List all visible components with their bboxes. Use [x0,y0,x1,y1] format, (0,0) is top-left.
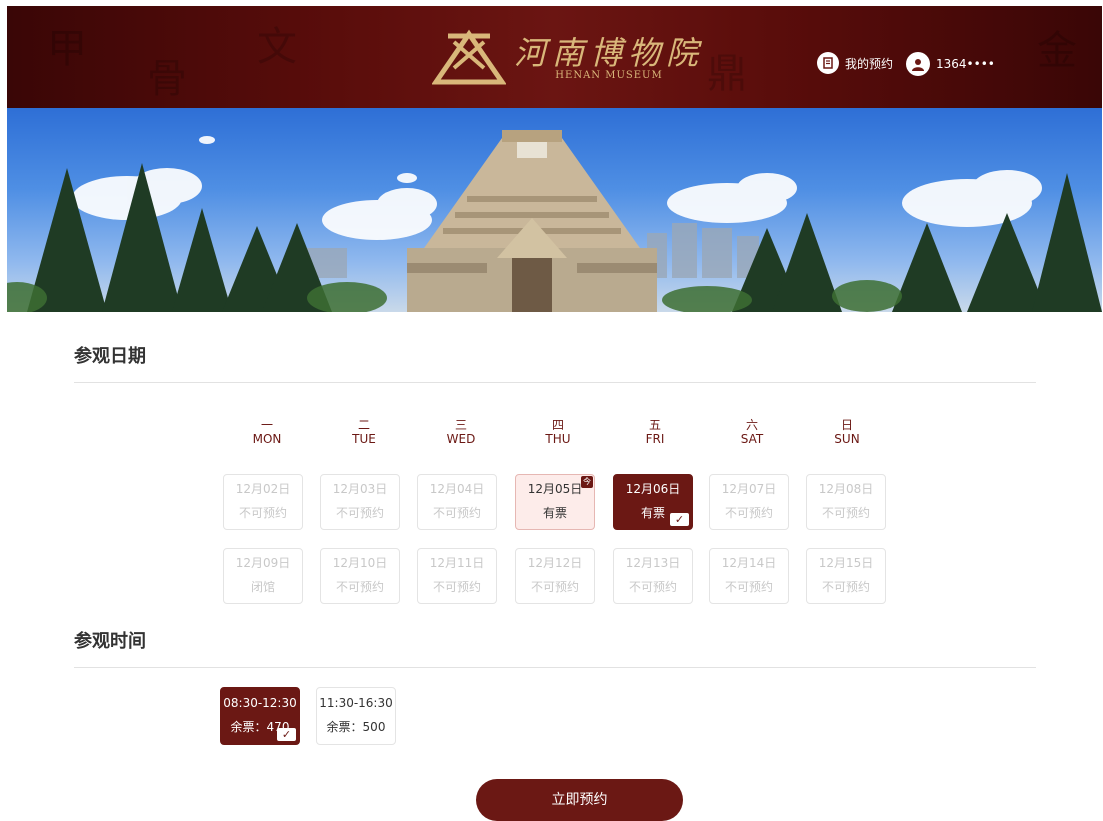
date-cell-1206-selected[interactable]: 12月06日 有票 ✓ [613,474,693,530]
date-cell-1202: 12月02日 不可预约 [223,474,303,530]
weekday-header-sat: 六 SAT [740,418,764,446]
date-cell-1210: 12月10日 不可预约 [320,548,400,604]
weekday-header-wed: 三 WED [446,418,476,446]
date-cell-1214: 12月14日 不可预约 [709,548,789,604]
time-slot-1130[interactable]: 11:30-16:30 余票：500 [316,687,396,745]
date-cell-1207: 12月07日 不可预约 [709,474,789,530]
logo-chinese-name: 河南博物院 [514,33,705,72]
date-cell-1212: 12月12日 不可预约 [515,548,595,604]
section-divider [74,667,1036,668]
museum-logo[interactable]: 河南博物院 HENAN MUSEUM [432,28,704,86]
weekday-header-sun: 日 SUN [834,418,860,446]
header-pattern-decoration: 金 [1037,28,1077,74]
date-cell-1215: 12月15日 不可预约 [806,548,886,604]
page: 甲 骨 文 鼎 金 河南博物院 HENAN MUSEUM 我的预约 1364••… [7,6,1102,821]
selected-check-icon: ✓ [277,728,296,741]
book-now-button[interactable]: 立即预约 [476,779,683,821]
date-cell-1203: 12月03日 不可预约 [320,474,400,530]
header-pattern-decoration: 鼎 [707,51,747,97]
today-badge: 今 [581,476,593,488]
weekday-header-tue: 二 TUE [352,418,376,446]
user-phone-label: 1364•••• [936,57,995,71]
my-booking-label: 我的预约 [845,56,894,71]
weekday-header-fri: 五 FRI [645,418,665,446]
my-booking-link[interactable]: 我的预约 [817,52,893,74]
date-cell-1211: 12月11日 不可预约 [417,548,497,604]
user-account-link[interactable]: 1364•••• [906,52,995,76]
header-pattern-decoration: 甲 [47,26,87,72]
booking-icon [817,52,839,74]
user-icon [906,52,930,76]
selected-check-icon: ✓ [670,513,689,526]
museum-banner-image [7,108,1102,312]
header-pattern-decoration: 骨 [147,56,187,102]
visit-time-title: 参观时间 [74,631,146,652]
time-slot-0830-selected[interactable]: 08:30-12:30 余票：470 ✓ [220,687,300,745]
header-pattern-decoration: 文 [257,24,297,70]
date-cell-1208: 12月08日 不可预约 [806,474,886,530]
date-cell-1213: 12月13日 不可预约 [613,548,693,604]
date-cell-1205[interactable]: 今 12月05日 有票 [515,474,595,530]
date-cell-1204: 12月04日 不可预约 [417,474,497,530]
museum-logo-icon [432,29,506,85]
visit-date-title: 参观日期 [74,346,146,367]
date-cell-1209: 12月09日 闭馆 [223,548,303,604]
weekday-header-thu: 四 THU [545,418,571,446]
section-divider [74,382,1036,383]
site-header: 甲 骨 文 鼎 金 河南博物院 HENAN MUSEUM 我的预约 1364••… [7,6,1102,108]
weekday-header-mon: 一 MON [252,418,282,446]
